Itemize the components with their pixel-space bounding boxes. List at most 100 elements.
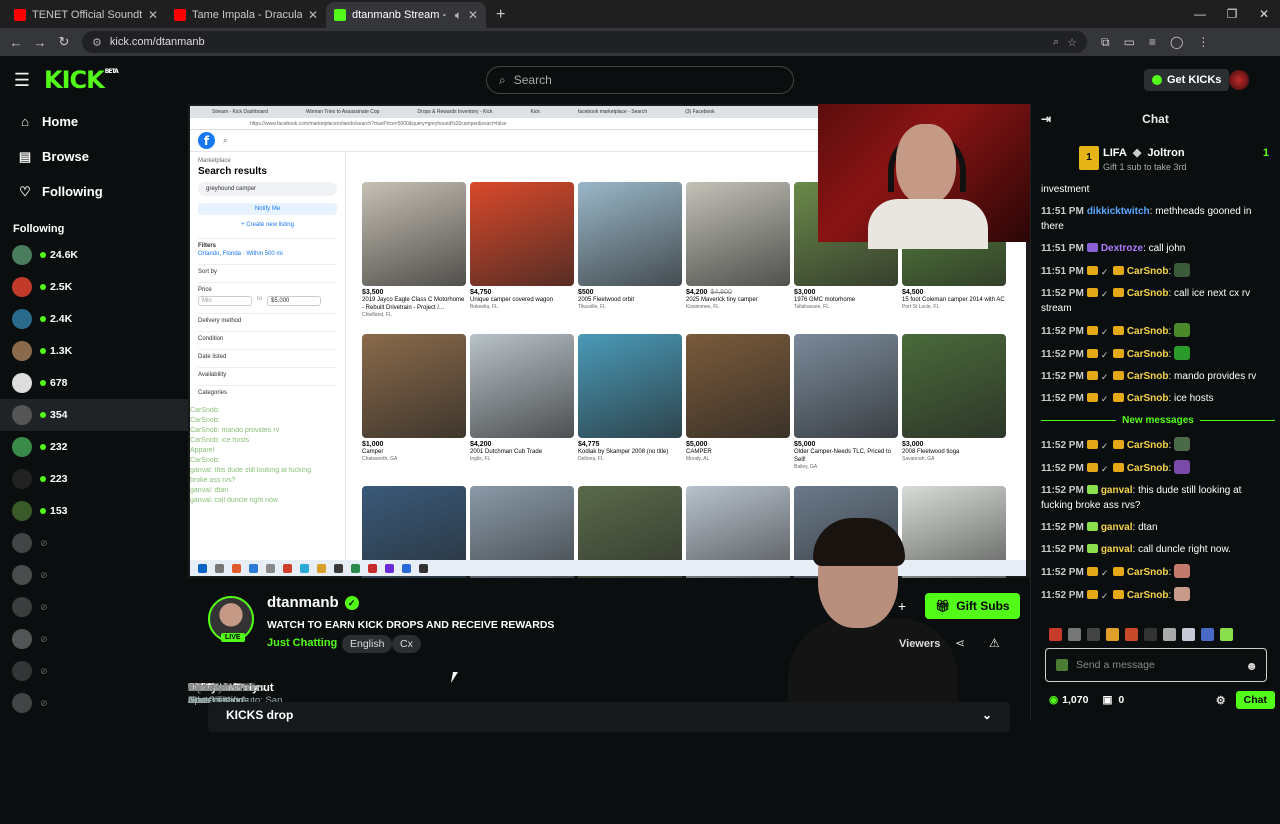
- chat-username[interactable]: CarSnob: [1127, 440, 1169, 451]
- search-input[interactable]: ⌕ Search: [486, 66, 794, 94]
- streamer-name[interactable]: dtanmanb: [267, 594, 339, 611]
- gift-leaderboard[interactable]: LIFA ◆ Joltron 1 Gift 1 sub to take 3rd: [1089, 146, 1269, 173]
- chat-username[interactable]: CarSnob: [1127, 567, 1169, 578]
- extensions-icon[interactable]: ⧉: [1101, 35, 1110, 50]
- back-icon[interactable]: ←: [4, 35, 28, 50]
- close-window-button[interactable]: ✕: [1248, 0, 1280, 28]
- follow-plus-icon[interactable]: +: [894, 595, 910, 617]
- sidebar-channel[interactable]: CoconutB Rust 678: [0, 367, 241, 706]
- channel-avatar: [12, 661, 32, 681]
- chat-panel: ⇥ Chat 1 LIFA ◆ Joltron 1 Gift 1 sub to …: [1030, 104, 1280, 720]
- user-avatar[interactable]: [1229, 70, 1249, 90]
- sidebar-channel[interactable]: GEWN Just Chatting 223: [0, 463, 243, 706]
- chat-username[interactable]: CarSnob: [1127, 393, 1169, 404]
- send-chat-button[interactable]: Chat: [1235, 691, 1275, 709]
- menu-icon[interactable]: ⋮: [1197, 35, 1209, 50]
- youtube-icon: [174, 9, 186, 21]
- sidebar-channel[interactable]: ChickenAndy Content King 232: [0, 431, 258, 706]
- hamburger-menu-icon[interactable]: ☰: [0, 70, 44, 91]
- chat-username[interactable]: CarSnob: [1127, 590, 1169, 601]
- close-tab-icon[interactable]: ✕: [468, 8, 478, 22]
- kicks-balance-icon: ◉: [1049, 694, 1059, 706]
- emoji-picker-icon[interactable]: ☻: [1245, 659, 1258, 673]
- live-dot-icon: [40, 316, 46, 322]
- browser-tab[interactable]: Tame Impala - Dracula (Officia ✕: [166, 2, 326, 28]
- sidebar-channel[interactable]: dtanmanb Just Chatting 354: [0, 399, 243, 706]
- chat-text: dtan: [1138, 522, 1158, 533]
- minimize-button[interactable]: —: [1184, 0, 1216, 28]
- maximize-button[interactable]: ❐: [1216, 0, 1248, 28]
- chat-settings-icon[interactable]: ⚙: [1216, 694, 1226, 707]
- chat-username[interactable]: dikkicktwitch: [1087, 206, 1150, 217]
- browser-tab-title: Tame Impala - Dracula (Officia: [192, 9, 302, 21]
- nav-browse[interactable]: ▤ Browse: [0, 139, 188, 174]
- zoom-icon[interactable]: ⌕: [1053, 36, 1059, 49]
- webcam-overlay: [818, 104, 1030, 249]
- live-dot-icon: [40, 252, 46, 258]
- sidebar-channel[interactable]: Edmatthews ⊘: [0, 655, 249, 694]
- chat-username[interactable]: CarSnob: [1127, 371, 1169, 382]
- chat-username[interactable]: Dextroze: [1101, 243, 1143, 254]
- get-kicks-button[interactable]: Get KICKs: [1144, 69, 1230, 91]
- channel-avatar: [12, 405, 32, 425]
- share-icon[interactable]: ⋖: [955, 636, 965, 650]
- chat-timestamp: 11:52 PM: [1041, 393, 1084, 404]
- sidebar-channel[interactable]: JakeFuture27 ⊘: [0, 682, 255, 719]
- forward-icon[interactable]: →: [28, 35, 52, 50]
- sidebar-channel[interactable]: NicLee ⊘: [0, 527, 222, 694]
- chat-input[interactable]: Send a message ☻: [1045, 648, 1267, 682]
- new-tab-icon[interactable]: +: [486, 6, 515, 28]
- sidebar-channel[interactable]: TheBurntPeanut Apex Legends 2.5K: [0, 271, 274, 706]
- stream-category[interactable]: Just Chatting: [267, 637, 337, 649]
- cast-icon[interactable]: ▭: [1124, 35, 1135, 50]
- reload-icon[interactable]: ↻: [52, 34, 76, 50]
- collapse-chat-icon[interactable]: ⇥: [1041, 112, 1051, 126]
- close-tab-icon[interactable]: ✕: [308, 8, 318, 22]
- chat-username[interactable]: ganval: [1101, 544, 1133, 555]
- live-dot-icon: [40, 444, 46, 450]
- gift-box-icon[interactable]: ▣: [1102, 694, 1112, 706]
- report-warning-icon[interactable]: ⚠: [989, 636, 1000, 650]
- following-section-title: Following: [13, 223, 65, 235]
- sidebar-channel[interactable]: Xenathewitch ⊘: [0, 591, 254, 694]
- sidebar-channel[interactable]: fishtank Just Chatting 2.4K: [0, 303, 243, 706]
- sidebar-channel[interactable]: TommyTenToes ⊘: [0, 559, 264, 694]
- listing-photo: [578, 182, 682, 286]
- chat-username[interactable]: CarSnob: [1127, 288, 1169, 299]
- captured-tab: Drops & Rewards Inventory - Kick: [417, 109, 493, 115]
- chat-username[interactable]: CarSnob: [1127, 349, 1169, 360]
- sidebar-channel[interactable]: ABZ IRL 1.3K: [0, 335, 211, 706]
- sidebar-channel[interactable]: xQc ⊘: [0, 623, 208, 694]
- sidebar-channel[interactable]: Vitaly IRL 24.6K: [0, 239, 217, 706]
- kicks-drop-panel[interactable]: KICKS drop ⌄: [208, 702, 1010, 732]
- listing-desc: CAMPER: [686, 449, 712, 455]
- browser-tab[interactable]: TENET Official Soundtrack | FU ✕: [6, 2, 166, 28]
- kick-logo[interactable]: KICK BETA: [44, 66, 119, 94]
- chat-username[interactable]: ganval: [1101, 522, 1133, 533]
- nav-following[interactable]: ♡ Following: [0, 174, 188, 209]
- video-player[interactable]: Stream - Kick Dashboard Woman Tries to As…: [188, 104, 1030, 578]
- listing-desc: Unique camper covered wagon: [470, 297, 554, 303]
- listing-photo: [794, 334, 898, 438]
- chat-username[interactable]: CarSnob: [1127, 326, 1169, 337]
- tab-search-icon[interactable]: ≡: [1149, 35, 1156, 50]
- site-info-icon[interactable]: ⚙: [92, 36, 102, 49]
- chat-username[interactable]: CarSnob: [1127, 266, 1169, 277]
- tag-english[interactable]: English: [342, 635, 393, 653]
- gift-subs-button[interactable]: 🎁︎ Gift Subs: [925, 593, 1020, 619]
- browser-tab[interactable]: dtanmanb Stream - Watch 🔈︎ ✕: [326, 2, 486, 28]
- profile-icon[interactable]: ◯: [1170, 35, 1183, 50]
- close-tab-icon[interactable]: ✕: [148, 8, 158, 22]
- kicks-balance[interactable]: 1,070: [1062, 694, 1088, 706]
- chat-username[interactable]: ganval: [1101, 485, 1133, 496]
- mute-tab-icon[interactable]: 🔈︎: [455, 8, 462, 23]
- bookmark-star-icon[interactable]: ☆: [1067, 36, 1077, 49]
- listing-card: $3,500 2019 Jayco Eagle Class C Motorhome…: [362, 182, 466, 318]
- nav-home[interactable]: ⌂ Home: [0, 104, 188, 139]
- gift-emote-icon: [1106, 628, 1119, 641]
- youtube-icon: [14, 9, 26, 21]
- sidebar-channel[interactable]: oumb Grand Theft Auto: San... 153: [0, 495, 290, 706]
- chat-username[interactable]: CarSnob: [1127, 463, 1169, 474]
- tag-cx[interactable]: Cx: [392, 635, 421, 653]
- address-bar[interactable]: ⚙ kick.com/dtanmanb ⌕ ☆: [82, 31, 1087, 53]
